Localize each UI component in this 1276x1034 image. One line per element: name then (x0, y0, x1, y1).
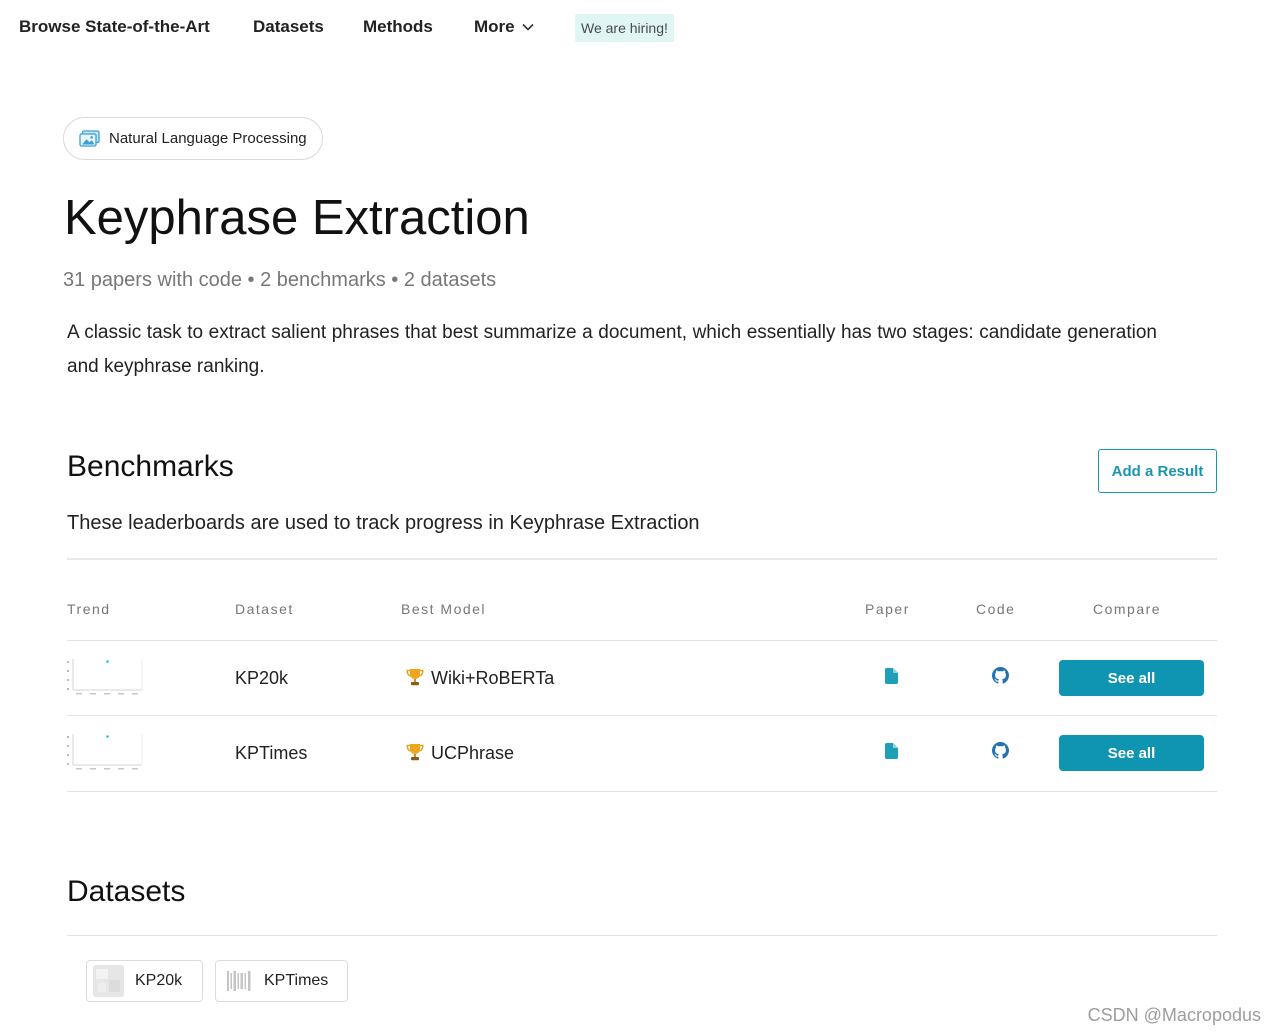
row-best-model-link[interactable]: UCPhrase (431, 742, 514, 764)
nav-datasets[interactable]: Datasets (253, 16, 324, 38)
see-all-button[interactable]: See all (1059, 735, 1204, 771)
column-header-code: Code (976, 601, 1016, 617)
nav-methods[interactable]: Methods (363, 16, 433, 38)
dataset-chip-kp20k[interactable]: KP20k (86, 960, 203, 1002)
area-label: Natural Language Processing (109, 130, 307, 147)
table-row: KP20k Wiki+RoBERTa See all (67, 641, 1217, 716)
file-icon[interactable] (885, 668, 898, 689)
task-stats: 31 papers with code • 2 benchmarks • 2 d… (63, 269, 497, 291)
dataset-chip-label: KP20k (135, 972, 183, 989)
hiring-badge[interactable]: We are hiring! (575, 14, 674, 42)
file-icon[interactable] (885, 743, 898, 764)
see-all-button[interactable]: See all (1059, 660, 1204, 696)
row-best-model-link[interactable]: Wiki+RoBERTa (431, 667, 554, 689)
dataset-thumbnail (93, 965, 124, 997)
add-result-button[interactable]: Add a Result (1098, 449, 1217, 493)
barcode-icon (227, 970, 251, 992)
dataset-chip-label: KPTimes (264, 972, 329, 989)
task-description: A classic task to extract salient phrase… (67, 322, 1157, 377)
trophy-icon (405, 743, 425, 766)
page: { "nav": { "browse": "Browse State-of-th… (0, 0, 1276, 1034)
benchmarks-heading: Benchmarks (67, 450, 234, 483)
row-dataset-link[interactable]: KP20k (235, 667, 288, 689)
page-title: Keyphrase Extraction (64, 191, 530, 245)
datasets-heading: Datasets (67, 875, 186, 908)
trend-sparkline[interactable] (67, 658, 143, 701)
row-dataset-link[interactable]: KPTimes (235, 742, 307, 764)
image-icon (79, 130, 100, 147)
column-header-trend: Trend (67, 601, 111, 617)
trophy-icon (405, 668, 425, 691)
trend-sparkline[interactable] (67, 733, 143, 776)
column-header-compare: Compare (1093, 601, 1162, 617)
column-header-dataset: Dataset (235, 601, 294, 617)
dataset-chip-kptimes[interactable]: KPTimes (215, 960, 348, 1002)
benchmarks-subtitle: These leaderboards are used to track pro… (67, 512, 700, 534)
column-header-paper: Paper (865, 601, 910, 617)
github-icon[interactable] (992, 667, 1009, 689)
area-pill-nlp[interactable]: Natural Language Processing (63, 117, 323, 160)
nav-browse-sota[interactable]: Browse State-of-the-Art (19, 16, 210, 38)
chevron-down-icon (522, 23, 534, 31)
divider (67, 935, 1217, 936)
table-row: KPTimes UCPhrase See all (67, 716, 1217, 792)
watermark: CSDN @Macropodus (1087, 1005, 1261, 1025)
github-icon[interactable] (992, 742, 1009, 764)
divider (67, 558, 1217, 560)
nav-more-dropdown[interactable]: More (474, 16, 534, 38)
nav-more-label: More (474, 17, 515, 36)
column-header-best-model: Best Model (401, 601, 487, 617)
